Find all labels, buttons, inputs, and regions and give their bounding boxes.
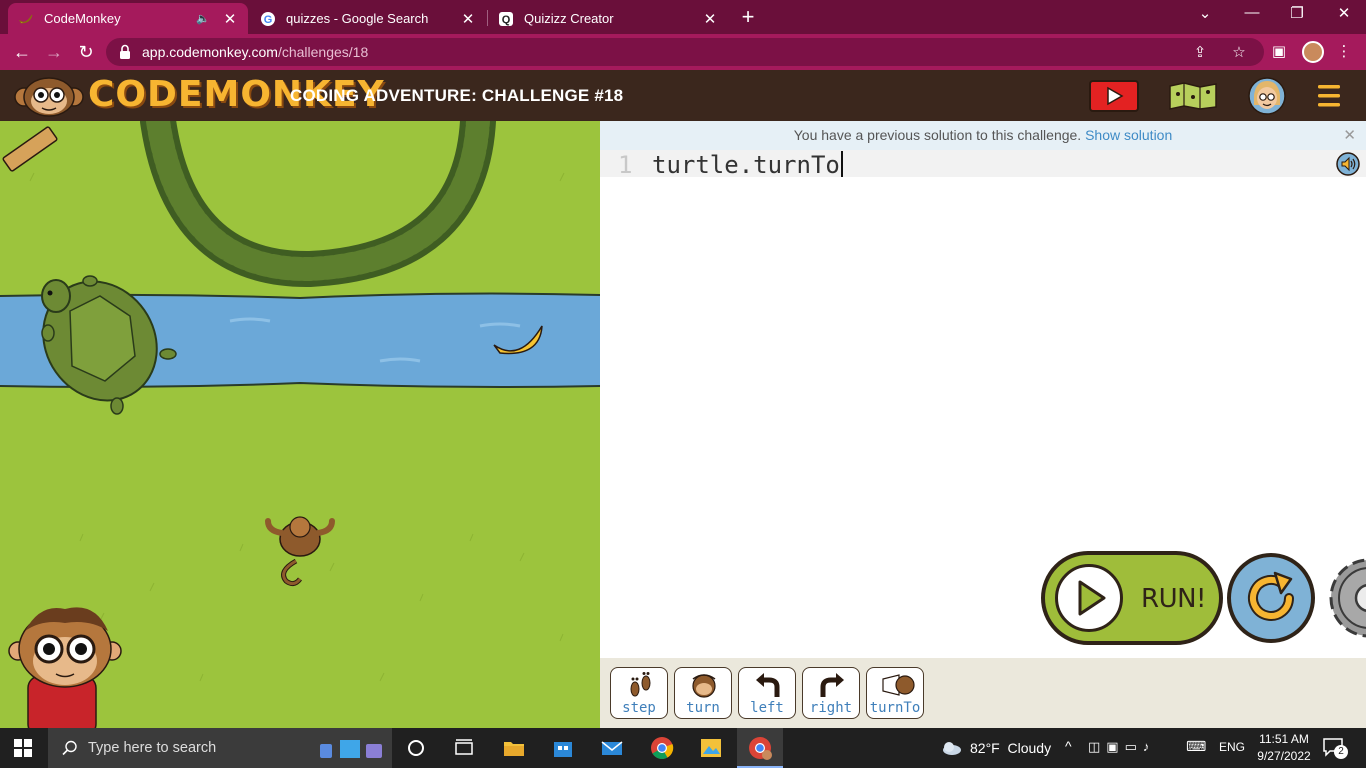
show-solution-link[interactable]: Show solution [1085, 127, 1172, 143]
codemonkey-header: CODEMONKEY CODING ADVENTURE: CHALLENGE #… [0, 70, 1366, 121]
chrome-icon[interactable] [650, 736, 674, 760]
challenge-title: CODING ADVENTURE: CHALLENGE #18 [290, 86, 624, 105]
google-favicon-icon: G [260, 11, 276, 27]
clock-time: 11:51 AM [1259, 732, 1309, 746]
bookmark-star-icon[interactable]: ☆ [1230, 44, 1248, 62]
banana-favicon-icon [18, 11, 34, 27]
reset-button[interactable] [1227, 553, 1315, 643]
keyboard-icon[interactable]: ⌨ [1186, 738, 1206, 755]
svg-text:Q: Q [502, 14, 511, 26]
back-button[interactable]: ← [10, 40, 34, 64]
url-text: app.codemonkey.com/challenges/18 [142, 44, 369, 60]
store-icon[interactable] [551, 736, 575, 760]
search-highlight-icon [320, 740, 382, 758]
chrome-profile-taskbar-button[interactable] [737, 728, 783, 768]
close-window-button[interactable]: ✕ [1332, 4, 1356, 22]
footprints-icon [630, 672, 651, 697]
turn-command-button[interactable]: turn [674, 667, 732, 719]
task-view-icon[interactable] [452, 736, 476, 760]
step-label: step [622, 700, 656, 716]
minimize-window-button[interactable]: — [1240, 4, 1264, 21]
game-stage [0, 121, 600, 728]
code-editor-panel: You have a previous solution to this cha… [600, 121, 1366, 658]
user-avatar-icon[interactable] [1248, 77, 1286, 115]
file-explorer-icon[interactable] [502, 736, 526, 760]
tab-search-chevron-icon[interactable]: ⌄ [1193, 4, 1217, 22]
profile-avatar[interactable] [1302, 41, 1324, 63]
settings-gear-icon[interactable] [1322, 551, 1366, 645]
browser-toolbar: ← → ↻ app.codemonkey.com/challenges/18 ⇪… [0, 34, 1366, 70]
search-placeholder: Type here to search [88, 740, 217, 756]
tab-quizizz[interactable]: Q Quizizz Creator ✕ [488, 3, 728, 34]
step-command-button[interactable]: step [610, 667, 668, 719]
previous-solution-notice: You have a previous solution to this cha… [600, 121, 1366, 150]
play-icon [1055, 564, 1123, 632]
tab-title: CodeMonkey [44, 11, 121, 26]
browser-menu-icon[interactable]: ⋮ [1335, 43, 1353, 61]
address-bar[interactable]: app.codemonkey.com/challenges/18 ⇪ ☆ [106, 38, 1264, 66]
right-arrow-icon [820, 673, 844, 697]
left-command-button[interactable]: left [738, 667, 796, 719]
photos-app-icon[interactable] [699, 736, 723, 760]
code-line[interactable]: 1 turtle.turnTo [600, 150, 1366, 179]
search-icon [62, 740, 77, 756]
run-button[interactable]: RUN! [1041, 551, 1223, 645]
quizizz-favicon-icon: Q [498, 11, 514, 27]
close-notice-icon[interactable]: ✕ [1343, 121, 1356, 150]
left-label: left [750, 700, 784, 716]
close-tab-icon[interactable]: ✕ [460, 10, 476, 28]
video-play-button[interactable] [1089, 80, 1139, 112]
text-caret [840, 151, 843, 177]
taskbar-search-box[interactable]: Type here to search [48, 728, 392, 768]
right-command-button[interactable]: right [802, 667, 860, 719]
svg-text:G: G [264, 14, 273, 26]
weather-cloud-icon [943, 742, 961, 755]
notice-text: You have a previous solution to this cha… [793, 127, 1082, 143]
browser-tab-strip: CodeMonkey 🔈 ✕ G quizzes - Google Search… [0, 0, 1366, 34]
tab-google-search[interactable]: G quizzes - Google Search ✕ [250, 3, 486, 34]
taskbar-clock[interactable]: 11:51 AM 9/27/2022 [1246, 731, 1322, 765]
language-indicator[interactable]: ENG [1219, 740, 1245, 754]
hamburger-menu-icon[interactable] [1318, 83, 1340, 109]
windows-start-icon[interactable] [14, 739, 32, 757]
forward-button[interactable]: → [42, 40, 66, 64]
cortana-icon[interactable] [404, 736, 428, 760]
tray-icons[interactable]: ◫▣▭♪ [1088, 739, 1155, 755]
notification-count-badge: 2 [1334, 745, 1348, 759]
monkey-turn-icon [692, 674, 716, 698]
clock-date: 9/27/2022 [1257, 749, 1311, 763]
maximize-window-button[interactable]: ❐ [1285, 4, 1309, 22]
show-hidden-icons-chevron-icon[interactable]: ^ [1065, 738, 1072, 754]
close-tab-icon[interactable]: ✕ [222, 10, 238, 28]
close-tab-icon[interactable]: ✕ [702, 10, 718, 28]
reload-button[interactable]: ↻ [74, 40, 98, 64]
windows-taskbar: Type here to search 82°F Cloudy ^ ◫▣▭♪ ⌨… [0, 728, 1366, 768]
speaker-icon[interactable]: 🔈 [196, 12, 210, 25]
left-arrow-icon [756, 673, 780, 697]
lock-icon [120, 44, 130, 59]
tab-title: Quizizz Creator [524, 11, 614, 26]
command-palette: step turn left right turnTo [600, 658, 1366, 728]
weather-text[interactable]: 82°F Cloudy [970, 740, 1051, 756]
share-icon[interactable]: ⇪ [1191, 44, 1209, 62]
turnto-icon [882, 674, 915, 696]
chrome-profile-icon [749, 737, 772, 760]
mail-icon[interactable] [600, 736, 624, 760]
side-panel-icon[interactable]: ▣ [1270, 43, 1288, 61]
turnto-label: turnTo [869, 700, 921, 716]
run-label: RUN! [1141, 584, 1206, 614]
turnto-command-button[interactable]: turnTo [866, 667, 924, 719]
new-tab-button[interactable]: + [738, 6, 758, 28]
line-number: 1 [618, 151, 633, 179]
tab-title: quizzes - Google Search [286, 11, 429, 26]
right-label: right [809, 700, 853, 716]
turn-label: turn [686, 700, 720, 716]
monkey-logo-icon [14, 77, 84, 117]
map-icon[interactable] [1168, 82, 1218, 110]
sound-toggle-icon[interactable] [1336, 152, 1360, 176]
notification-center-button[interactable]: 2 [1322, 737, 1348, 759]
code-editor-input[interactable]: turtle.turnTo [652, 151, 843, 179]
tab-codemonkey[interactable]: CodeMonkey 🔈 ✕ [8, 3, 248, 34]
reset-icon [1248, 571, 1294, 621]
